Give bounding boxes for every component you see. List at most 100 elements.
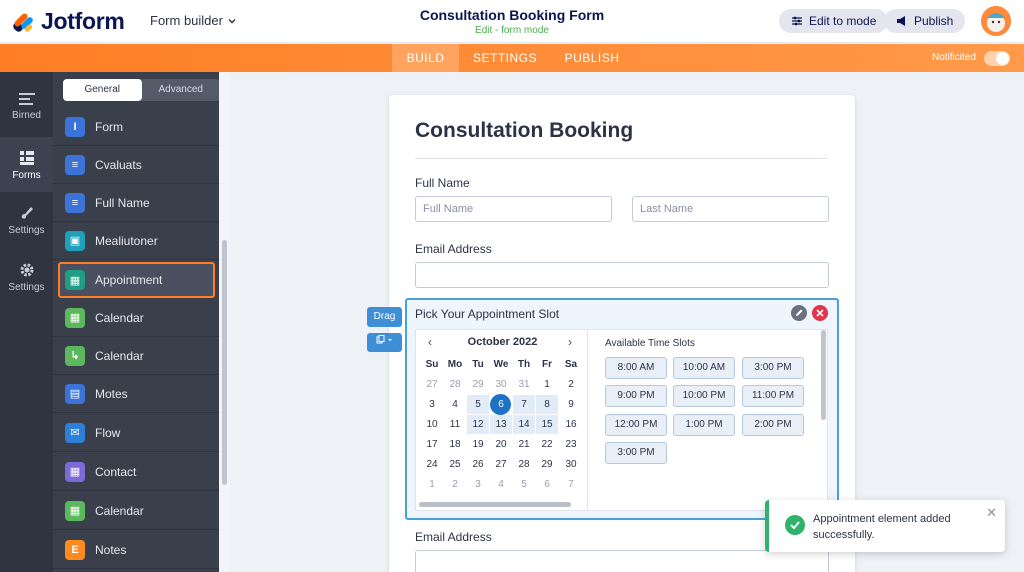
time-slot-button[interactable]: 10:00 AM [673, 357, 735, 379]
notification-toggle[interactable] [984, 51, 1010, 66]
calendar-day[interactable]: 30 [560, 455, 582, 474]
time-slot-button[interactable]: 9:00 PM [605, 385, 667, 407]
form-builder-dropdown[interactable]: Form builder [150, 13, 237, 28]
calendar-day[interactable]: 21 [513, 435, 535, 454]
rail-item-forms[interactable]: Forms [0, 137, 53, 192]
user-avatar[interactable] [981, 6, 1011, 36]
calendar-day[interactable]: 27 [490, 455, 512, 474]
element-item[interactable]: I Form [53, 108, 219, 146]
panel-tab-advanced[interactable]: Advanced [142, 79, 221, 101]
calendar-day[interactable]: 4 [444, 395, 466, 414]
element-item[interactable]: ▣ Mealiutoner [53, 222, 219, 260]
publish-button[interactable]: Publish [884, 9, 966, 33]
element-item[interactable]: E Notes [53, 531, 219, 569]
calendar-day[interactable]: 28 [513, 455, 535, 474]
calendar-day[interactable]: 1 [421, 475, 443, 494]
calendar-day[interactable]: 6 [536, 475, 558, 494]
calendar-day[interactable]: 2 [444, 475, 466, 494]
calendar-day[interactable]: 22 [536, 435, 558, 454]
calendar-day[interactable]: 2 [560, 375, 582, 394]
calendar-day[interactable]: 1 [536, 375, 558, 394]
time-slot-button[interactable]: 3:00 PM [742, 357, 804, 379]
time-slots-title: Available Time Slots [605, 338, 695, 349]
element-label: Flow [95, 425, 121, 440]
element-item[interactable]: ≡ Full Name [53, 184, 219, 222]
time-slot-button[interactable]: 12:00 PM [605, 414, 667, 436]
calendar-day[interactable]: 13 [490, 415, 512, 434]
calendar-day[interactable]: 27 [421, 375, 443, 394]
form-heading[interactable]: Consultation Booking [415, 119, 633, 143]
time-slot-button[interactable]: 11:00 PM [742, 385, 804, 407]
calendar-day[interactable]: 26 [467, 455, 489, 474]
element-label: Full Name [95, 195, 150, 210]
calendar-day[interactable]: 29 [467, 375, 489, 394]
tab-publish[interactable]: PUBLISH [554, 44, 630, 72]
mail-icon: ✉ [65, 422, 85, 443]
element-item[interactable]: ▦ Contact [53, 453, 219, 491]
edit-field-button[interactable] [791, 305, 807, 321]
panel-tab-general[interactable]: General [63, 79, 142, 101]
weekday-header: Su [425, 359, 439, 370]
form-divider [415, 158, 828, 159]
last-name-input[interactable]: Last Name [632, 196, 829, 222]
close-icon[interactable]: ✕ [986, 505, 997, 521]
element-item[interactable]: ▦ Calendar [53, 299, 219, 337]
element-item[interactable]: ↳ Calendar [53, 337, 219, 375]
tab-settings[interactable]: SETTINGS [466, 44, 544, 72]
element-item[interactable]: ✉ Flow [53, 414, 219, 452]
rail-item-birned[interactable]: Birned [0, 92, 53, 121]
calendar-day[interactable]: 20 [490, 435, 512, 454]
calendar-day[interactable]: 16 [560, 415, 582, 434]
element-item[interactable]: ≡ Cvaluats [53, 146, 219, 184]
time-slot-button[interactable]: 3:00 PM [605, 442, 667, 464]
calendar-day[interactable]: 9 [560, 395, 582, 414]
element-item-appointment-selected[interactable]: ▦ Appointment [58, 262, 215, 298]
calendar-day[interactable]: 14 [513, 415, 535, 434]
jotform-logo[interactable]: Jotform [11, 8, 125, 35]
calendar-day[interactable]: 18 [444, 435, 466, 454]
calendar-day[interactable]: 5 [513, 475, 535, 494]
calendar-day[interactable]: 28 [444, 375, 466, 394]
calendar-day[interactable]: 29 [536, 455, 558, 474]
calendar-scrollbar[interactable] [419, 502, 571, 507]
time-slot-button[interactable]: 1:00 PM [673, 414, 735, 436]
element-item[interactable]: ▦ Calendar [53, 492, 219, 530]
calendar-day[interactable]: 3 [467, 475, 489, 494]
chevron-down-icon [228, 18, 236, 23]
calendar-day[interactable]: 25 [444, 455, 466, 474]
calendar-day[interactable]: 8 [536, 395, 558, 414]
email-input[interactable] [415, 262, 829, 288]
edit-mode-button[interactable]: Edit to mode [779, 9, 889, 33]
drag-handle-button[interactable]: Drag [367, 307, 402, 327]
rail-item-settings[interactable]: Settings [0, 262, 53, 293]
time-slot-button[interactable]: 10:00 PM [673, 385, 735, 407]
panel-scrollbar-thumb[interactable] [222, 240, 227, 485]
calendar-day[interactable]: 24 [421, 455, 443, 474]
calendar-day[interactable]: 7 [560, 475, 582, 494]
email-input-second[interactable] [415, 550, 829, 572]
calendar-day[interactable]: 19 [467, 435, 489, 454]
delete-field-button[interactable] [812, 305, 828, 321]
calendar-day[interactable]: 7 [513, 395, 535, 414]
calendar-day[interactable]: 23 [560, 435, 582, 454]
calendar-day[interactable]: 17 [421, 435, 443, 454]
rail-item-settings-paint[interactable]: Settings [0, 205, 53, 236]
element-item[interactable]: ▤ Motes [53, 375, 219, 413]
duplicate-button[interactable] [367, 333, 402, 352]
calendar-day[interactable]: 11 [444, 415, 466, 434]
calendar-day-selected[interactable]: 6 [490, 394, 512, 415]
time-slot-button[interactable]: 2:00 PM [742, 414, 804, 436]
calendar-day[interactable]: 31 [513, 375, 535, 394]
calendar-day[interactable]: 4 [490, 475, 512, 494]
time-slot-button[interactable]: 8:00 AM [605, 357, 667, 379]
time-slots-scrollbar[interactable] [821, 330, 826, 420]
first-name-input[interactable]: Full Name [415, 196, 612, 222]
chevron-right-icon[interactable]: › [568, 335, 572, 349]
calendar-day[interactable]: 15 [536, 415, 558, 434]
calendar-day[interactable]: 10 [421, 415, 443, 434]
calendar-day[interactable]: 30 [490, 375, 512, 394]
calendar-day[interactable]: 5 [467, 395, 489, 414]
calendar-day[interactable]: 3 [421, 395, 443, 414]
calendar-day[interactable]: 12 [467, 415, 489, 434]
tab-build[interactable]: BUILD [392, 44, 459, 72]
